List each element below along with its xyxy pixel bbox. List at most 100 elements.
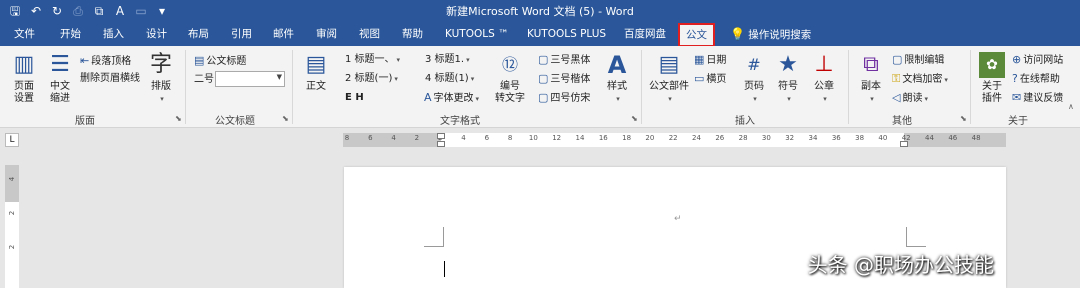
ruler-tick-label: 48 (971, 134, 981, 142)
help-icon: ? (1012, 72, 1018, 85)
tab-kutools-plus[interactable]: KUTOOLS PLUS (527, 22, 606, 46)
bold-marks-button[interactable]: E H (345, 91, 364, 104)
title-bar: 🖫 ↶ ↻ ⎙ ⧉ A ▭ ▾ 新建Microsoft Word 文档 (5) … (0, 0, 1080, 22)
body-text-button[interactable]: ▤ 正文 (300, 52, 332, 93)
about-plugin-button[interactable]: ✿ 关于 插件 (976, 52, 1008, 105)
tab-insert[interactable]: 插入 (103, 22, 124, 46)
document-page[interactable]: ↵ 头条 @职场办公技能 (344, 167, 1006, 288)
window-title: 新建Microsoft Word 文档 (5) - Word (446, 5, 634, 18)
tell-me-search[interactable]: 💡 操作说明搜索 (730, 22, 811, 46)
font-change-label: 字体更改 (433, 93, 474, 104)
landscape-button[interactable]: ▭ 横页 (694, 72, 726, 86)
heading-2-button[interactable]: 2 标题(一) ▾ (345, 72, 398, 86)
chevron-down-icon: ▾ (466, 56, 470, 64)
remove-header-line-button[interactable]: 删除页眉横线 (80, 72, 140, 85)
doc-title-button[interactable]: ▤ 公文标题 (194, 54, 246, 68)
page-number-button[interactable]: # 页码 ▾ (740, 52, 768, 105)
page-setup-icon: ▥ (13, 52, 35, 77)
feedback-icon: ✉ (1012, 91, 1022, 104)
seal-button[interactable]: ⊥ 公章 ▾ (810, 52, 838, 105)
watermark: 头条 @职场办公技能 (807, 253, 994, 277)
crop-mark-top-left (424, 227, 444, 247)
read-aloud-button[interactable]: ◁ 朗读 ▾ (892, 91, 928, 106)
online-help-button[interactable]: ? 在线帮助 (1012, 72, 1060, 86)
tab-layout[interactable]: 布局 (188, 22, 209, 46)
tab-help[interactable]: 帮助 (402, 22, 423, 46)
chevron-down-icon: ▾ (753, 95, 757, 103)
tab-view[interactable]: 视图 (359, 22, 380, 46)
collapse-ribbon-icon[interactable]: ∧ (1068, 102, 1074, 111)
ruler-tick-label: 22 (668, 134, 678, 142)
heading-1-label: 1 标题一、 (345, 54, 395, 65)
left-indent-marker[interactable] (437, 141, 445, 147)
tab-kutools[interactable]: KUTOOLS ™ (445, 22, 509, 46)
font-3-button[interactable]: ▢ 四号仿宋 (538, 91, 590, 105)
tab-baidu-netdisk[interactable]: 百度网盘 (624, 22, 666, 46)
ruler-tick-label: 24 (692, 134, 701, 142)
chevron-down-icon: ▾ (616, 95, 620, 103)
dialog-launcher-icon[interactable]: ⬊ (175, 114, 182, 123)
symbol-button[interactable]: ★ 符号 ▾ (774, 52, 802, 105)
style-button[interactable]: A 样式 ▾ (602, 52, 632, 105)
ruler-tick-label: 12 (552, 134, 562, 142)
group-divider (848, 50, 849, 124)
encrypt-label: 文档加密 (902, 74, 943, 85)
dialog-launcher-icon[interactable]: ⬊ (960, 114, 967, 123)
font-change-button[interactable]: A 字体更改 ▾ (424, 91, 479, 106)
ruler-tick-label: 18 (622, 134, 632, 142)
vertical-ruler[interactable]: 4 2 2 (5, 165, 19, 288)
dialog-launcher-icon[interactable]: ⬊ (282, 114, 289, 123)
visit-site-button[interactable]: ⊕ 访问网站 (1012, 53, 1063, 67)
heading-4-button[interactable]: 4 标题(1) ▾ (425, 72, 474, 86)
doc-parts-button[interactable]: ▤ 公文部件 ▾ (648, 52, 690, 105)
restrict-edit-button[interactable]: ▢ 限制编辑 (892, 53, 944, 67)
tab-official-document[interactable]: 公文 (678, 23, 715, 47)
font-1-label: 三号黑体 (550, 55, 591, 66)
date-button[interactable]: ▦ 日期 (694, 53, 726, 67)
tab-references[interactable]: 引用 (231, 22, 252, 46)
about-plugin-label: 关于 插件 (982, 81, 1002, 104)
ruler-tick-label: 30 (761, 134, 771, 142)
number-to-text-button[interactable]: ⑫ 编号 转文字 (492, 52, 528, 105)
horizontal-ruler[interactable]: 8642246810121416182022242628303234363840… (343, 133, 1006, 147)
group-label-other: 其他 (892, 116, 912, 127)
restrict-edit-label: 限制编辑 (904, 55, 945, 66)
heading-3-button[interactable]: 3 标题1. ▾ (425, 53, 470, 67)
title-size-dropdown[interactable]: ▼ (215, 71, 285, 87)
body-text-icon: ▤ (305, 52, 327, 77)
feedback-button[interactable]: ✉ 建议反馈 (1012, 91, 1063, 105)
chevron-down-icon: ▾ (396, 56, 401, 64)
chinese-indent-label: 中文 缩进 (50, 81, 70, 104)
encrypt-button[interactable]: ⚿ 文档加密 ▾ (892, 72, 948, 87)
online-help-label: 在线帮助 (1019, 74, 1060, 85)
heading-1-button[interactable]: 1 标题一、 ▾ (345, 53, 400, 67)
tab-home[interactable]: 开始 (60, 22, 81, 46)
doc-parts-icon: ▤ (658, 52, 680, 77)
tab-design[interactable]: 设计 (146, 22, 167, 46)
symbol-label: 符号 (778, 81, 798, 92)
tab-mailings[interactable]: 邮件 (273, 22, 294, 46)
tab-selector[interactable]: L (5, 133, 19, 147)
tab-review[interactable]: 审阅 (316, 22, 337, 46)
page-setup-button[interactable]: ▥ 页面 设置 (8, 52, 40, 105)
paragraph-top-button[interactable]: ⇤ 段落顶格 (80, 54, 131, 68)
dialog-launcher-icon[interactable]: ⬊ (631, 114, 638, 123)
chinese-indent-button[interactable]: ☰ 中文 缩进 (44, 52, 76, 105)
typeset-button[interactable]: 字 排版 ▾ (146, 52, 176, 105)
right-indent-marker[interactable] (900, 141, 908, 147)
ruler-tick-label: 8 (507, 134, 513, 142)
chevron-down-icon: ▾ (475, 95, 480, 103)
first-line-indent-marker[interactable] (437, 133, 445, 139)
copy-button[interactable]: ⧉ 副本 ▾ (856, 52, 886, 105)
font-2-label: 三号楷体 (550, 74, 591, 85)
tab-file[interactable]: 文件 (14, 22, 35, 46)
font-1-button[interactable]: ▢ 三号黑体 (538, 53, 590, 67)
ruler-tick-label: 4 (391, 134, 396, 142)
doc-parts-label: 公文部件 (649, 81, 689, 92)
font-2-button[interactable]: ▢ 三号楷体 (538, 72, 590, 86)
chevron-down-icon: ▼ (276, 73, 282, 81)
chevron-down-icon: ▾ (870, 95, 874, 103)
ruler-tick-label: 6 (484, 134, 490, 142)
chevron-down-icon: ▾ (944, 76, 948, 84)
size-label: 二号 (194, 74, 214, 85)
